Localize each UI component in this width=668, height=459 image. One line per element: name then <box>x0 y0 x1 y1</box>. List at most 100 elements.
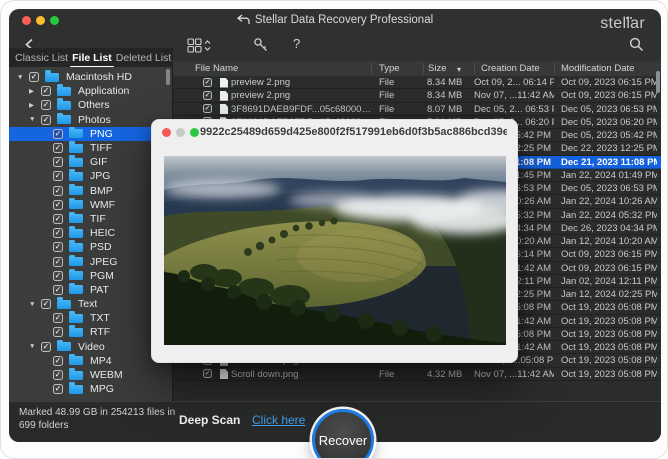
tree-item-webm[interactable]: ✓ WEBM <box>9 368 172 382</box>
cell-modification-date: Dec 05, 2023 05:42 PM <box>561 130 657 141</box>
activation-key-icon[interactable] <box>253 37 269 58</box>
tree-checkbox[interactable]: ✓ <box>53 171 63 181</box>
tree-item-others[interactable]: ▶ ✓ Others <box>9 98 172 112</box>
tree-checkbox[interactable]: ✓ <box>29 72 39 82</box>
disclosure-icon[interactable]: ▼ <box>29 116 41 123</box>
tree-item-rtf[interactable]: ✓ RTF <box>9 325 172 339</box>
view-switcher-icon[interactable] <box>187 38 212 59</box>
tree-checkbox[interactable]: ✓ <box>53 285 63 295</box>
tree-item-mpg[interactable]: ✓ MPG <box>9 382 172 396</box>
tree-item-png[interactable]: ✓ PNG <box>9 127 172 141</box>
tree-item-photos[interactable]: ▼ ✓ Photos <box>9 113 172 127</box>
tree-item-label: Video <box>78 341 105 353</box>
tree-item-label: TXT <box>90 312 110 324</box>
tab-deleted-list[interactable]: Deleted List <box>114 51 173 65</box>
file-row[interactable]: ✓ Scroll down.png File 4.32 MB Nov 07, .… <box>173 368 661 381</box>
tree-item-label: PAT <box>90 284 109 296</box>
cell-modification-date: Oct 19, 2023 05:08 PM <box>561 302 657 313</box>
tree-item-pat[interactable]: ✓ PAT <box>9 283 172 297</box>
file-row[interactable]: ✓ preview 2.png File 8.34 MB Oct 09, 2..… <box>173 76 661 89</box>
file-row[interactable]: ✓ 3F8691DAEB9FDF...05c6800000.png File 8… <box>173 103 661 116</box>
tree-item-heic[interactable]: ✓ HEIC <box>9 226 172 240</box>
tree-item-bmp[interactable]: ✓ BMP <box>9 184 172 198</box>
disclosure-icon[interactable]: ▶ <box>29 87 41 95</box>
tree-item-mp4[interactable]: ✓ MP4 <box>9 354 172 368</box>
tree-checkbox[interactable]: ✓ <box>53 157 63 167</box>
header-file-name[interactable]: File Name <box>195 63 238 74</box>
tree-item-application[interactable]: ▶ ✓ Application <box>9 84 172 98</box>
row-checkbox[interactable]: ✓ <box>203 104 212 113</box>
tree-item-wmf[interactable]: ✓ WMF <box>9 198 172 212</box>
header-size[interactable]: Size <box>428 63 446 74</box>
tree-item-pgm[interactable]: ✓ PGM <box>9 269 172 283</box>
tree-checkbox[interactable]: ✓ <box>53 186 63 196</box>
screenshot-canvas: Stellar Data Recovery Professional stell… <box>0 0 668 459</box>
cell-modification-date: Oct 19, 2023 05:08 PM <box>561 316 657 327</box>
tree-checkbox[interactable]: ✓ <box>53 257 63 267</box>
tree-item-jpeg[interactable]: ✓ JPEG <box>9 254 172 268</box>
file-row[interactable]: ✓ preview 2.png File 8.34 MB Nov 07, ...… <box>173 89 661 102</box>
disclosure-icon[interactable]: ▼ <box>29 343 41 350</box>
tree-checkbox[interactable]: ✓ <box>53 228 63 238</box>
tree-checkbox[interactable]: ✓ <box>53 271 63 281</box>
cell-modification-date: Oct 09, 2023 06:15 PM <box>561 90 657 101</box>
sort-caret-icon[interactable]: ▾ <box>457 65 461 74</box>
header-modification-date[interactable]: Modification Date <box>561 63 634 74</box>
preview-close-icon[interactable] <box>162 128 171 137</box>
tree-item-label: Text <box>78 298 97 310</box>
disclosure-icon[interactable]: ▶ <box>29 101 41 109</box>
tree-item-psd[interactable]: ✓ PSD <box>9 240 172 254</box>
tree-item-txt[interactable]: ✓ TXT <box>9 311 172 325</box>
row-checkbox[interactable]: ✓ <box>203 91 212 100</box>
row-checkbox[interactable]: ✓ <box>203 369 212 378</box>
tree-item-label: Photos <box>78 114 111 126</box>
folder-icon <box>57 87 71 96</box>
header-creation-date[interactable]: Creation Date <box>481 63 540 74</box>
disclosure-icon[interactable]: ▼ <box>17 74 29 81</box>
disclosure-icon[interactable]: ▼ <box>29 301 41 308</box>
cell-size: 8.07 MB <box>427 104 473 115</box>
folder-icon <box>69 285 83 294</box>
tree-checkbox[interactable]: ✓ <box>41 86 51 96</box>
tree-item-video[interactable]: ▼ ✓ Video <box>9 340 172 354</box>
tree-item-macintosh-hd[interactable]: ▼ ✓ Macintosh HD <box>9 70 172 84</box>
tree-item-label: GIF <box>90 156 108 168</box>
tree-checkbox[interactable]: ✓ <box>53 384 63 394</box>
deep-scan-link[interactable]: Click here <box>252 413 305 427</box>
tree-item-tif[interactable]: ✓ TIF <box>9 212 172 226</box>
tree-checkbox[interactable]: ✓ <box>53 313 63 323</box>
cell-modification-date: Dec 22, 2023 12:25 PM <box>561 143 657 154</box>
tree-item-jpg[interactable]: ✓ JPG <box>9 169 172 183</box>
table-scrollbar[interactable] <box>656 71 660 93</box>
tree-checkbox[interactable]: ✓ <box>53 327 63 337</box>
header-type[interactable]: Type <box>379 63 400 74</box>
preview-zoom-icon[interactable] <box>190 128 199 137</box>
tree-checkbox[interactable]: ✓ <box>41 299 51 309</box>
tree-item-text[interactable]: ▼ ✓ Text <box>9 297 172 311</box>
cell-creation-date: Nov 07, ...11:42 AM <box>474 90 554 101</box>
folder-icon <box>57 101 71 110</box>
search-icon[interactable] <box>629 37 644 57</box>
tree-checkbox[interactable]: ✓ <box>53 143 63 153</box>
tree-checkbox[interactable]: ✓ <box>53 129 63 139</box>
row-checkbox[interactable]: ✓ <box>203 78 212 87</box>
tree-checkbox[interactable]: ✓ <box>41 115 51 125</box>
sidebar-scrollbar[interactable] <box>166 69 170 85</box>
tree-checkbox[interactable]: ✓ <box>53 214 63 224</box>
tree-checkbox[interactable]: ✓ <box>53 242 63 252</box>
preview-minimize-icon[interactable] <box>176 128 185 137</box>
help-icon[interactable]: ? <box>293 36 300 51</box>
tree-checkbox[interactable]: ✓ <box>53 370 63 380</box>
cell-size: 4.32 MB <box>427 369 473 380</box>
tree-checkbox[interactable]: ✓ <box>53 356 63 366</box>
marked-summary: Marked 48.99 GB in 254213 files in 699 f… <box>19 406 187 432</box>
file-icon <box>220 104 228 114</box>
tab-classic-list[interactable]: Classic List <box>13 51 70 65</box>
tab-file-list[interactable]: File List <box>70 51 114 65</box>
tree-checkbox[interactable]: ✓ <box>53 200 63 210</box>
tree-item-gif[interactable]: ✓ GIF <box>9 155 172 169</box>
tree-checkbox[interactable]: ✓ <box>41 342 51 352</box>
folder-icon <box>69 271 83 280</box>
tree-checkbox[interactable]: ✓ <box>41 100 51 110</box>
tree-item-tiff[interactable]: ✓ TIFF <box>9 141 172 155</box>
